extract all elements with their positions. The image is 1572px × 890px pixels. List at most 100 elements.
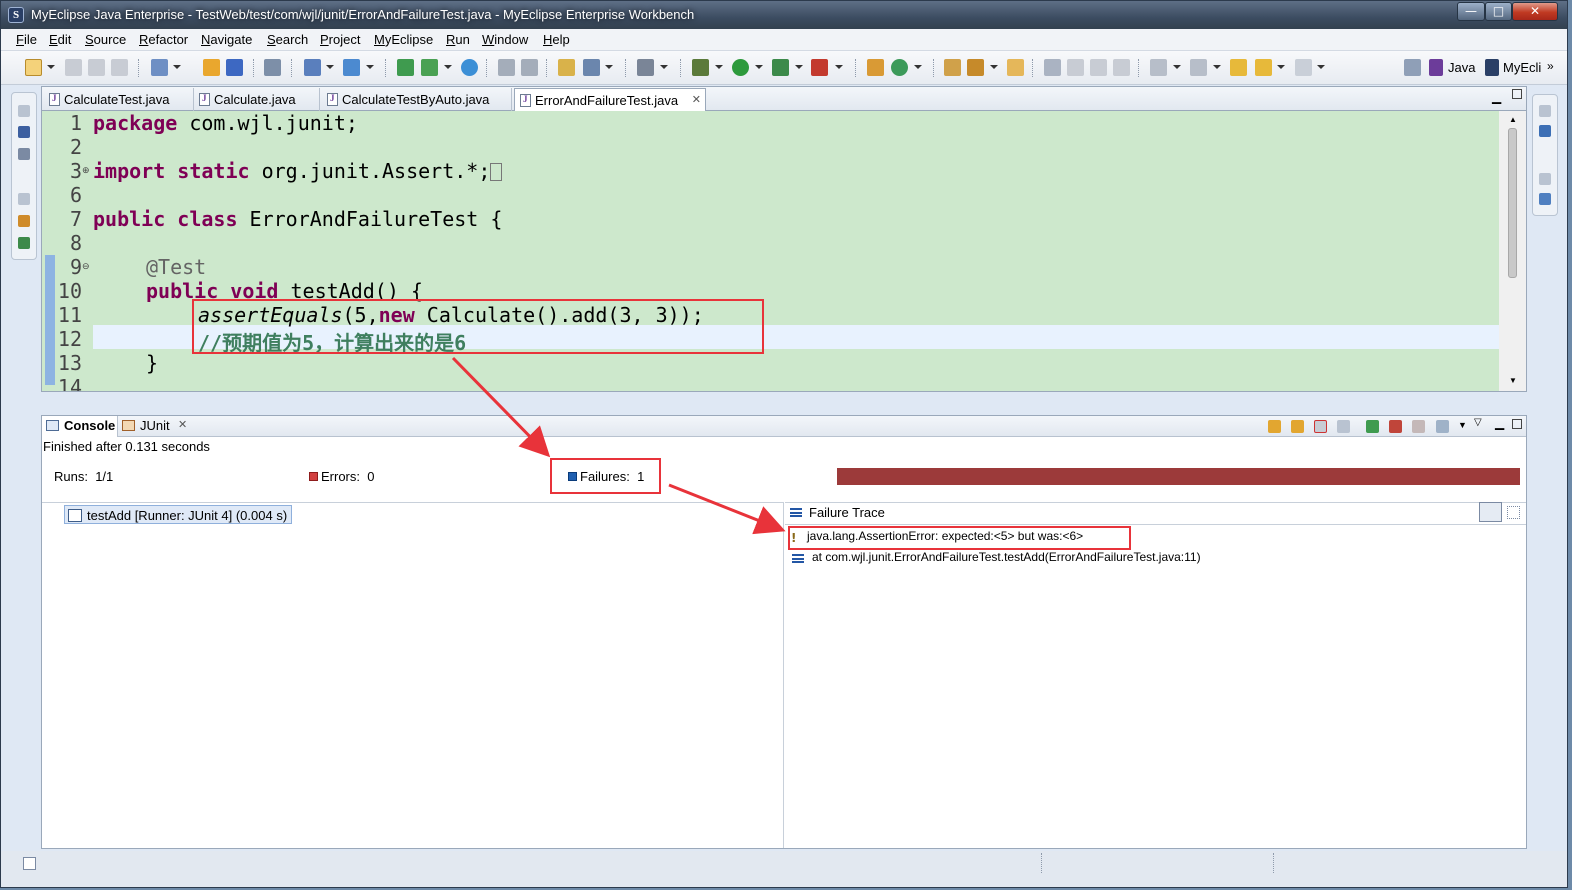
stop-test-icon[interactable] [1412,420,1425,433]
show-whitespace-icon[interactable] [1113,59,1130,76]
web-browser-icon[interactable] [343,59,360,76]
minimize-editor-icon[interactable]: ▁ [1492,90,1501,104]
menu-edit[interactable]: Edit [49,32,71,47]
outline-icon[interactable] [18,237,30,249]
next-failure-icon[interactable] [1268,420,1281,433]
trace-line-frame[interactable]: at com.wjl.junit.ErrorAndFailureTest.tes… [812,550,1201,564]
maximize-button[interactable]: □ [1485,2,1512,21]
scrollbar-thumb[interactable] [1508,128,1517,278]
menu-file[interactable]: File [16,32,37,47]
cut-icon[interactable] [498,59,515,76]
fast-view-icon[interactable] [23,857,36,870]
globe-icon[interactable] [461,59,478,76]
restore-right-icon-2[interactable] [1539,173,1551,185]
code-area[interactable]: 1 2 3 6 7 8 9 10 11 12 13 14 ⊕ ⊖ package… [42,111,1499,391]
filter-stack-icon[interactable] [1479,502,1502,522]
restore-right-icon[interactable] [1539,105,1551,117]
menu-source[interactable]: Source [85,32,126,47]
tab-calculate[interactable]: Calculate.java [194,88,320,111]
block-selection-icon[interactable] [1090,59,1107,76]
test-run-history-icon[interactable] [1436,420,1449,433]
forward-icon[interactable] [1295,59,1312,76]
perspective-java[interactable]: Java [1448,60,1475,75]
debug-icon[interactable] [692,59,709,76]
edit-icon[interactable] [967,59,984,76]
menu-navigate[interactable]: Navigate [201,32,252,47]
print-icon[interactable] [111,59,128,76]
show-failures-only-icon[interactable] [1314,420,1327,433]
minimize-button[interactable]: — [1457,2,1485,21]
package-icon[interactable] [226,59,243,76]
server-icon[interactable] [264,59,281,76]
open-perspective-icon[interactable] [1404,59,1421,76]
scroll-down-icon[interactable]: ▼ [1509,376,1517,385]
scroll-up-icon[interactable]: ▲ [1509,115,1517,124]
myeclipse-perspective-icon[interactable] [1485,59,1499,76]
new-java-project-icon[interactable] [867,59,884,76]
external-tools-icon[interactable] [811,59,828,76]
open-folder-icon[interactable] [1007,59,1024,76]
close-tab-icon[interactable]: ✕ [178,418,187,431]
deploy-icon[interactable] [203,59,220,76]
scroll-lock-icon[interactable] [1337,420,1350,433]
more-perspectives-icon[interactable]: » [1547,59,1557,76]
menu-help[interactable]: Help [543,32,570,47]
menu-project[interactable]: Project [320,32,360,47]
menu-myeclipse[interactable]: MyEclipse [374,32,433,47]
hierarchy-icon[interactable] [18,148,30,160]
open-task-icon[interactable] [944,59,961,76]
open-browser-icon[interactable] [304,59,321,76]
collapse-fold-icon[interactable]: ⊖ [82,261,90,272]
compare-result-icon[interactable] [1507,506,1520,519]
close-button[interactable]: ✕ [1512,2,1558,21]
task-list-icon[interactable] [1539,193,1551,205]
folded-imports-icon[interactable] [490,163,503,181]
open-type-icon[interactable] [558,59,575,76]
close-tab-icon[interactable]: ✕ [692,93,701,106]
tab-errorandfailuretest[interactable]: ErrorAndFailureTest.java ✕ [514,88,706,112]
menu-window[interactable]: Window [482,32,528,47]
maximize-view-icon[interactable] [1512,419,1522,429]
new-web-project-icon[interactable] [151,59,168,76]
menu-refactor[interactable]: Refactor [139,32,188,47]
expand-fold-icon[interactable]: ⊕ [82,165,90,176]
package-explorer-icon[interactable] [18,126,30,138]
restore-icon[interactable] [18,105,30,117]
toggle-mark-icon[interactable] [1044,59,1061,76]
rerun-failed-first-icon[interactable] [1389,420,1402,433]
run-server-icon[interactable] [397,59,414,76]
rerun-test-icon[interactable] [1366,420,1379,433]
tab-console[interactable]: Console [42,416,118,437]
run-icon[interactable] [732,59,749,76]
editor-scrollbar[interactable]: ▲ ▼ [1499,111,1526,391]
test-item-testadd[interactable]: testAdd [Runner: JUnit 4] (0.004 s) [64,505,293,524]
perspective-myeclipse[interactable]: MyEcli [1503,60,1541,75]
outline-view-icon[interactable] [1539,125,1551,137]
new-class-icon[interactable] [891,59,908,76]
save-all-icon[interactable] [88,59,105,76]
last-edit-icon[interactable] [1230,59,1247,76]
previous-failure-icon[interactable] [1291,420,1304,433]
new-icon[interactable] [25,59,42,76]
tab-calculatetest[interactable]: CalculateTest.java [44,88,194,111]
back-icon[interactable] [1255,59,1272,76]
view-menu-icon[interactable]: ▽ [1474,417,1482,428]
restore-icon-2[interactable] [18,193,30,205]
run-app-icon[interactable] [421,59,438,76]
junit-icon[interactable] [18,215,30,227]
tab-calculatetestbyauto[interactable]: CalculateTestByAuto.java [322,88,512,111]
minimize-view-icon[interactable]: ▁ [1495,416,1504,430]
previous-annotation-icon[interactable] [1190,59,1207,76]
menu-run[interactable]: Run [446,32,470,47]
monitor-icon[interactable] [637,59,654,76]
coverage-icon[interactable] [772,59,789,76]
tab-junit[interactable]: JUnit ✕ [118,416,196,437]
refresh-icon[interactable] [521,59,538,76]
search-icon[interactable] [583,59,600,76]
next-annotation-icon[interactable] [1150,59,1167,76]
menu-search[interactable]: Search [267,32,308,47]
java-perspective-icon[interactable] [1429,59,1443,76]
save-icon[interactable] [65,59,82,76]
annotation-icon[interactable] [1067,59,1084,76]
history-dropdown-icon[interactable]: ▼ [1458,420,1467,430]
